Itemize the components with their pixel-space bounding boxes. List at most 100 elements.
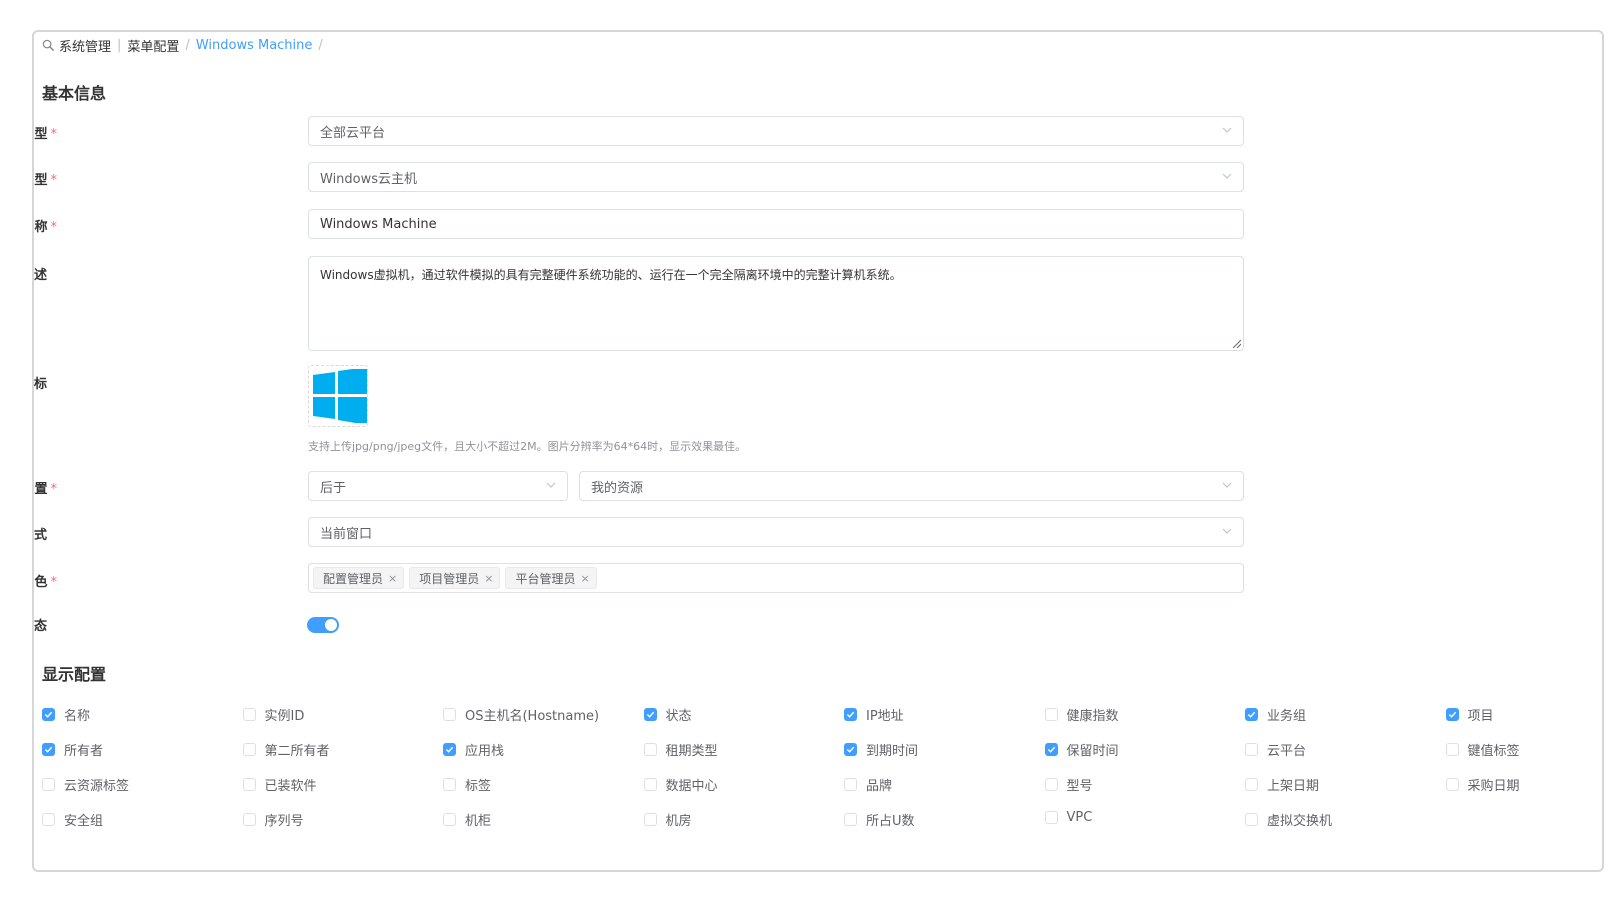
display-column-checkbox[interactable]: 采购日期 [1445,775,1520,794]
display-column-checkbox[interactable]: 安全组 [42,810,103,829]
field-label: 资源类型* [34,173,57,188]
tag-close-icon[interactable]: × [484,572,493,585]
display-column-checkbox[interactable]: 到期时间 [844,740,918,759]
checkbox-label: 项目 [1467,709,1494,724]
breadcrumb-system[interactable]: 系统管理 [59,36,111,55]
checkbox-checked-icon[interactable] [1445,708,1459,721]
resource-type-select[interactable]: Windows云主机 [308,162,1244,192]
checkbox-label: 云资源标签 [64,779,130,794]
checkbox-label: 序列号 [264,814,304,829]
checkbox-checked-icon[interactable] [1245,708,1258,721]
checkbox-checked-icon[interactable] [844,708,857,721]
checkbox-checked-icon[interactable] [643,708,657,721]
display-column-checkbox[interactable]: 所占U数 [844,810,915,829]
display-column-checkbox[interactable]: 机房 [643,810,692,829]
display-column-checkbox[interactable]: OS主机名(Hostname) [443,705,599,724]
display-column-checkbox[interactable]: 虚拟交换机 [1245,810,1332,829]
role-tag: 平台管理员 × [505,567,597,589]
checkbox-label: 健康指数 [1066,709,1119,724]
display-column-checkbox[interactable]: 机柜 [443,810,491,829]
display-column-checkbox[interactable]: 第二所有者 [242,740,330,759]
checkbox-unchecked-icon[interactable] [1445,778,1459,791]
checkbox-unchecked-icon[interactable] [844,778,857,791]
resize-handle-icon[interactable] [1231,338,1241,348]
checkbox-unchecked-icon[interactable] [443,708,456,721]
display-column-checkbox[interactable]: 标签 [443,775,491,794]
checkbox-checked-icon[interactable] [42,708,55,721]
description-textarea[interactable]: Windows虚拟机，通过软件模拟的具有完整硬件系统功能的、运行在一个完全隔离环… [308,256,1244,351]
windows-logo-icon [313,369,367,423]
display-column-checkbox[interactable]: 上架日期 [1245,775,1319,794]
checkbox-label: 采购日期 [1467,779,1520,794]
display-column-checkbox[interactable]: 已装软件 [242,775,317,794]
display-column-checkbox[interactable]: 保留时间 [1044,740,1119,759]
checkbox-unchecked-icon[interactable] [242,813,256,826]
checkbox-unchecked-icon[interactable] [1245,743,1258,756]
display-column-checkbox[interactable]: VPC [1044,810,1092,825]
display-column-checkbox[interactable]: 序列号 [242,810,304,829]
checkbox-unchecked-icon[interactable] [443,778,456,791]
tag-close-icon[interactable]: × [388,572,397,585]
roles-multiselect[interactable]: 配置管理员 × 项目管理员 × 平台管理员 × [308,563,1244,593]
checkbox-checked-icon[interactable] [844,743,857,756]
cloud-platform-select[interactable]: 全部云平台 [308,116,1244,146]
display-column-checkbox[interactable]: 状态 [643,705,692,724]
display-column-checkbox[interactable]: 数据中心 [643,775,718,794]
display-column-checkbox[interactable]: IP地址 [844,705,904,724]
checkbox-unchecked-icon[interactable] [643,813,657,826]
display-column-checkbox[interactable]: 应用栈 [443,740,504,759]
position-target-select[interactable]: 我的资源 [579,471,1244,501]
display-column-checkbox[interactable]: 名称 [42,705,90,724]
checkbox-unchecked-icon[interactable] [643,778,657,791]
display-column-checkbox[interactable]: 型号 [1044,775,1093,794]
checkbox-unchecked-icon[interactable] [1245,813,1258,826]
position-relation-select[interactable]: 后于 [308,471,568,501]
icon-upload-hint: 支持上传jpg/png/jpeg文件，且大小不超过2M。图片分辨率为64*64时… [308,440,747,453]
checkbox-unchecked-icon[interactable] [42,813,55,826]
checkbox-unchecked-icon[interactable] [1044,778,1058,791]
config-panel: 系统管理 | 菜单配置 / Windows Machine / 基本信息 云平台… [32,30,1604,872]
checkbox-unchecked-icon[interactable] [1445,743,1459,756]
display-column-checkbox[interactable]: 所有者 [42,740,103,759]
checkbox-label: 品牌 [866,779,893,794]
checkbox-unchecked-icon[interactable] [844,813,857,826]
breadcrumb-separator: | [117,38,122,53]
display-column-checkbox[interactable]: 健康指数 [1044,705,1119,724]
checkbox-label: 应用栈 [465,744,505,759]
checkbox-unchecked-icon[interactable] [1245,778,1258,791]
checkbox-checked-icon[interactable] [42,743,55,756]
display-column-checkbox[interactable]: 云平台 [1245,740,1306,759]
display-column-checkbox[interactable]: 租期类型 [643,740,718,759]
checkbox-checked-icon[interactable] [1044,743,1058,756]
checkbox-label: 数据中心 [665,779,718,794]
display-column-checkbox[interactable]: 实例ID [242,705,304,724]
chevron-down-icon [1222,528,1232,534]
role-tag: 配置管理员 × [313,567,405,589]
checkbox-unchecked-icon[interactable] [242,778,256,791]
checkbox-unchecked-icon[interactable] [443,813,456,826]
checkbox-label: 机房 [665,814,692,829]
checkbox-unchecked-icon[interactable] [1044,811,1058,824]
checkbox-label: 型号 [1066,779,1093,794]
tag-close-icon[interactable]: × [580,572,589,585]
checkbox-unchecked-icon[interactable] [643,743,657,756]
checkbox-unchecked-icon[interactable] [1044,708,1058,721]
enabled-toggle[interactable] [307,617,339,633]
name-input[interactable]: Windows Machine [308,209,1244,239]
breadcrumb-separator: / [185,38,190,53]
checkbox-unchecked-icon[interactable] [242,743,256,756]
checkbox-label: 安全组 [64,814,104,829]
checkbox-unchecked-icon[interactable] [42,778,55,791]
icon-upload[interactable] [308,365,368,427]
display-column-checkbox[interactable]: 业务组 [1245,705,1306,724]
open-mode-select[interactable]: 当前窗口 [308,517,1244,547]
display-column-checkbox[interactable]: 项目 [1445,705,1494,724]
display-column-checkbox[interactable]: 品牌 [844,775,892,794]
breadcrumb-menu-config[interactable]: 菜单配置 [127,36,179,55]
checkbox-unchecked-icon[interactable] [242,708,256,721]
checkbox-label: 机柜 [465,814,492,829]
checkbox-checked-icon[interactable] [443,743,456,756]
display-column-checkbox[interactable]: 键值标签 [1445,740,1520,759]
display-column-checkbox[interactable]: 云资源标签 [42,775,129,794]
checkbox-label: 第二所有者 [264,744,330,759]
